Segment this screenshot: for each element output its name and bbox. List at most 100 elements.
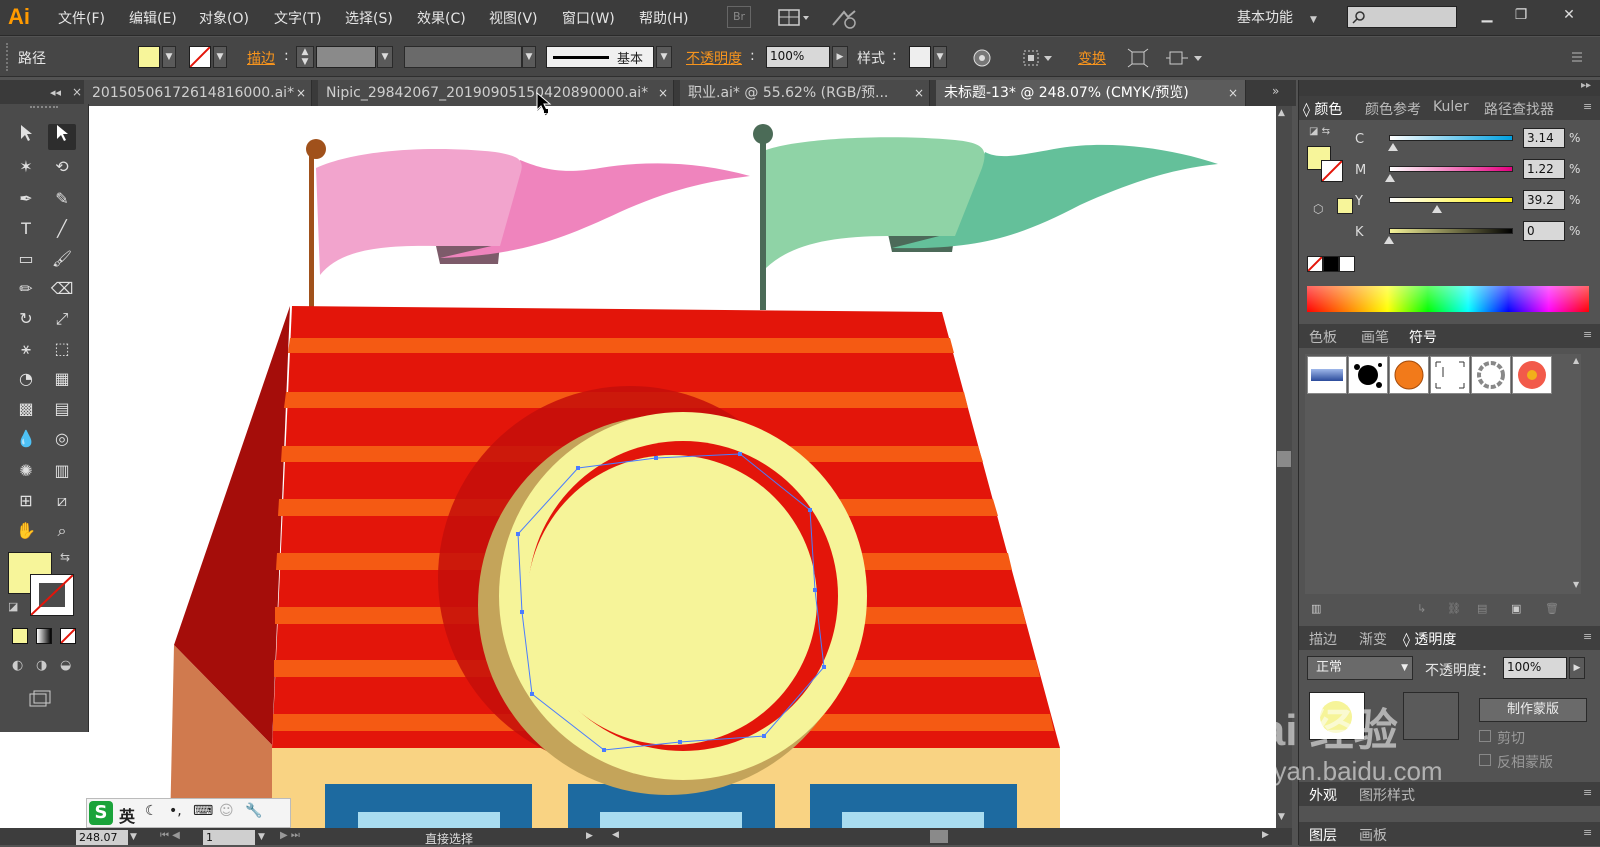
- arrange-documents-icon[interactable]: [778, 8, 812, 28]
- black-slider[interactable]: [1389, 228, 1513, 234]
- appearance-panel-menu-icon[interactable]: ≡: [1583, 786, 1592, 799]
- stroke-weight-dropdown[interactable]: ▼: [377, 46, 393, 68]
- close-panel-icon[interactable]: ×: [72, 85, 82, 99]
- selection-tool-icon[interactable]: [12, 124, 40, 150]
- menu-window[interactable]: 窗口(W): [562, 8, 615, 28]
- symbol-sprayer-tool-icon[interactable]: ✺: [12, 458, 40, 484]
- tab-swatches[interactable]: 色板: [1309, 327, 1337, 347]
- tab-transparency[interactable]: ◊ 透明度: [1403, 629, 1456, 649]
- yellow-slider[interactable]: [1389, 197, 1513, 203]
- horizontal-scroll-thumb[interactable]: [930, 830, 948, 843]
- menu-file[interactable]: 文件(F): [58, 8, 105, 28]
- default-colors-icon[interactable]: ◪: [8, 600, 18, 613]
- delete-symbol-icon[interactable]: 🗑: [1545, 602, 1559, 615]
- stroke-swatch[interactable]: [189, 46, 211, 68]
- cyan-slider-knob[interactable]: [1388, 143, 1398, 151]
- artwork[interactable]: [0, 106, 1276, 828]
- color-panel-stroke[interactable]: [1321, 160, 1343, 182]
- tab-close-button[interactable]: ×: [658, 80, 668, 106]
- menu-view[interactable]: 视图(V): [489, 8, 538, 28]
- slice-tool-icon[interactable]: ⧄: [48, 488, 76, 514]
- stroke-weight-stepper[interactable]: ▲ ▼: [296, 46, 314, 68]
- menu-effect[interactable]: 效果(C): [417, 8, 466, 28]
- place-symbol-icon[interactable]: ↳: [1417, 602, 1426, 615]
- tab-document-3[interactable]: 职业.ai* @ 55.62% (RGB/预... ×: [680, 80, 930, 106]
- page-number-field[interactable]: 1: [203, 830, 255, 845]
- eraser-tool-icon[interactable]: ⌫: [48, 276, 76, 302]
- transparency-panel-menu-icon[interactable]: ≡: [1583, 630, 1592, 643]
- out-of-gamut-icon[interactable]: ⬡: [1313, 202, 1323, 216]
- symbol-libraries-icon[interactable]: ▥: [1311, 602, 1321, 615]
- shape-builder-tool-icon[interactable]: ◔: [12, 366, 40, 392]
- tab-symbols[interactable]: 符号: [1409, 327, 1437, 347]
- curvature-tool-icon[interactable]: ✎: [48, 186, 76, 212]
- symbol-blue-bar[interactable]: [1307, 356, 1347, 394]
- screen-mode-icon[interactable]: [28, 690, 54, 708]
- symbol-orange-button[interactable]: [1389, 356, 1429, 394]
- eyedropper-tool-icon[interactable]: 💧: [12, 426, 40, 452]
- align-to-selection-icon[interactable]: [1022, 48, 1058, 68]
- magic-wand-tool-icon[interactable]: ✶: [12, 154, 40, 180]
- stroke-dropdown[interactable]: ▼: [213, 46, 227, 68]
- fill-dropdown[interactable]: ▼: [162, 46, 176, 68]
- symbol-ink-splat[interactable]: [1348, 356, 1388, 394]
- tab-layers[interactable]: 图层: [1309, 825, 1337, 845]
- color-mode-button[interactable]: [12, 628, 28, 644]
- gradient-mode-button[interactable]: [36, 628, 52, 644]
- opacity-label-link[interactable]: 不透明度: [686, 48, 742, 68]
- artboard-tool-icon[interactable]: ⊞: [12, 488, 40, 514]
- fill-swatch[interactable]: [138, 46, 160, 68]
- next-page-button[interactable]: ▶ ⏭: [280, 830, 300, 841]
- keyboard-icon[interactable]: ⌨: [193, 803, 213, 819]
- white-color-chip[interactable]: [1339, 256, 1355, 272]
- tab-close-button[interactable]: ×: [914, 80, 924, 106]
- perspective-grid-tool-icon[interactable]: ▦: [48, 366, 76, 392]
- stroke-color-box[interactable]: [30, 574, 74, 616]
- none-mode-button[interactable]: [60, 628, 76, 644]
- page-dropdown[interactable]: ▼: [258, 832, 265, 842]
- status-menu-arrow[interactable]: ▶: [586, 831, 593, 841]
- graphic-style-dropdown[interactable]: ▼: [933, 46, 947, 68]
- sogou-logo-icon[interactable]: S: [89, 801, 113, 825]
- cyan-slider[interactable]: [1389, 135, 1513, 141]
- magenta-value-input[interactable]: 1.22: [1523, 159, 1565, 179]
- transform-link[interactable]: 变换: [1078, 48, 1106, 68]
- gradient-tool-icon[interactable]: ▤: [48, 396, 76, 422]
- tab-document-2[interactable]: Nipic_29842067_20190905150420890000.ai* …: [318, 80, 674, 106]
- collapse-panels-icon[interactable]: ◂◂: [50, 86, 61, 99]
- menu-select[interactable]: 选择(S): [345, 8, 393, 28]
- sync-settings-icon[interactable]: [830, 8, 858, 30]
- new-symbol-icon[interactable]: ▣: [1511, 602, 1521, 615]
- tab-pathfinder[interactable]: 路径查找器: [1484, 99, 1554, 119]
- pen-tool-icon[interactable]: ✒: [12, 186, 40, 212]
- menu-type[interactable]: 文字(T): [274, 8, 321, 28]
- ime-language-toggle[interactable]: 英: [119, 803, 135, 827]
- isolate-selected-icon[interactable]: [1127, 48, 1149, 68]
- none-color-chip[interactable]: [1307, 256, 1323, 272]
- swap-fill-stroke-icon[interactable]: ⇆: [60, 550, 70, 564]
- menu-object[interactable]: 对象(O): [199, 8, 249, 28]
- restore-button[interactable]: ❐: [1508, 4, 1534, 26]
- hand-tool-icon[interactable]: ✋: [12, 518, 40, 544]
- lasso-tool-icon[interactable]: ⟲: [48, 154, 76, 180]
- zoom-level-field[interactable]: 248.07: [76, 830, 128, 845]
- menu-help[interactable]: 帮助(H): [639, 8, 688, 28]
- symbols-panel-menu-icon[interactable]: ≡: [1583, 328, 1592, 341]
- column-graph-tool-icon[interactable]: ▥: [48, 458, 76, 484]
- tab-document-4-active[interactable]: 未标题-13* @ 248.07% (CMYK/预览) ×: [936, 80, 1246, 106]
- scroll-down-arrow[interactable]: ▼: [1278, 812, 1285, 822]
- symbols-scroll-down[interactable]: ▼: [1573, 580, 1579, 589]
- scroll-left-arrow[interactable]: ◀: [612, 830, 619, 840]
- tab-artboards[interactable]: 画板: [1359, 825, 1387, 845]
- black-color-chip[interactable]: [1323, 256, 1339, 272]
- transparency-opacity-input[interactable]: 100%: [1503, 657, 1567, 679]
- tab-brushes[interactable]: 画笔: [1361, 327, 1389, 347]
- paintbrush-tool-icon[interactable]: 🖌: [48, 246, 76, 272]
- tab-stroke[interactable]: 描边: [1309, 629, 1337, 649]
- black-value-input[interactable]: 0: [1523, 221, 1565, 241]
- break-link-icon[interactable]: ⛓: [1447, 602, 1461, 615]
- magenta-slider[interactable]: [1389, 166, 1513, 172]
- magenta-slider-knob[interactable]: [1385, 174, 1395, 182]
- symbol-red-flower[interactable]: [1512, 356, 1552, 394]
- rectangle-tool-icon[interactable]: ▭: [12, 246, 40, 272]
